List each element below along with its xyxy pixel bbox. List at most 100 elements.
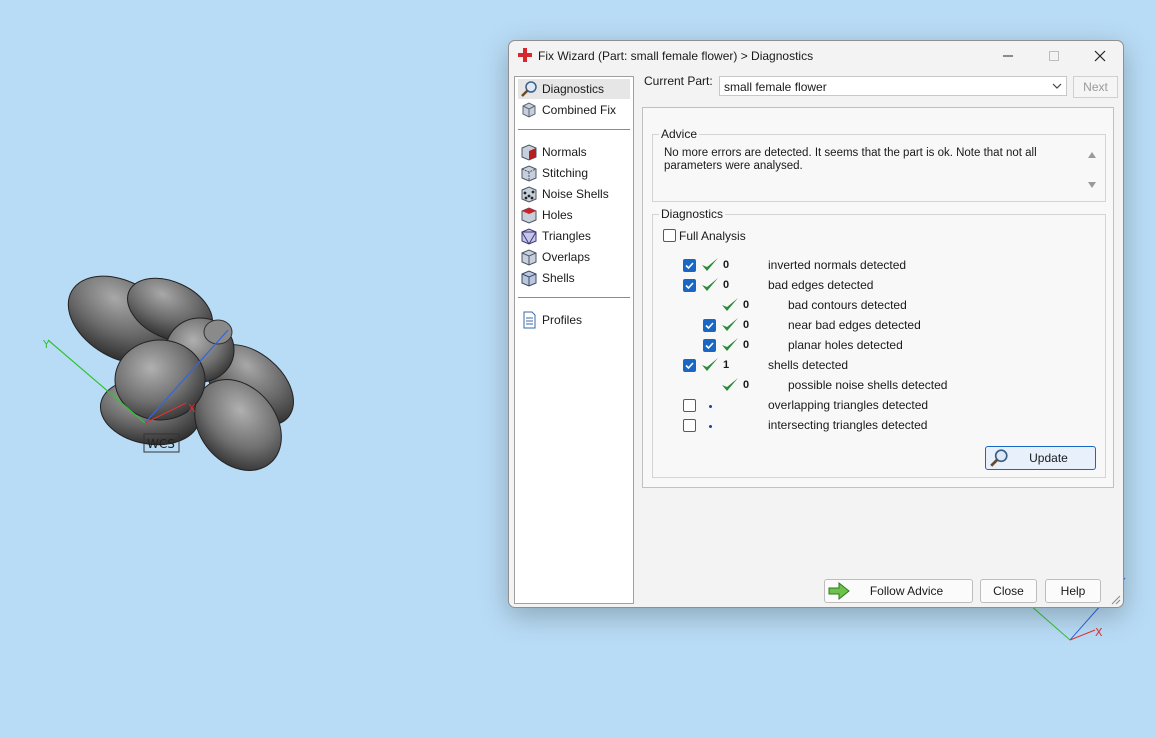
update-button[interactable]: Update	[985, 446, 1096, 470]
chevron-down-icon	[1052, 83, 1062, 89]
advice-title: Advice	[659, 127, 700, 141]
next-button[interactable]: Next	[1073, 76, 1118, 98]
current-part-value: small female flower	[724, 80, 827, 94]
checkmark-icon	[705, 342, 714, 350]
diag-checkbox[interactable]	[703, 319, 716, 332]
wcs-label: WCS	[147, 437, 175, 451]
overlaps-icon	[521, 249, 537, 266]
diag-label: possible noise shells detected	[788, 378, 948, 392]
diagnostics-title: Diagnostics	[659, 207, 726, 221]
nav-item-overlaps[interactable]: Overlaps	[518, 247, 630, 267]
update-label: Update	[1029, 451, 1068, 465]
scroll-down-icon[interactable]	[1087, 181, 1097, 189]
diag-label: bad edges detected	[768, 278, 874, 292]
shells-icon	[521, 270, 537, 287]
nav-item-shells[interactable]: Shells	[518, 268, 630, 288]
diag-checkbox[interactable]	[683, 399, 696, 412]
combined-fix-icon	[522, 102, 536, 118]
pending-dot-icon	[709, 405, 712, 408]
resize-grip-icon[interactable]	[1111, 595, 1121, 605]
scroll-up-icon[interactable]	[1087, 151, 1097, 159]
nav-item-label: Noise Shells	[542, 187, 609, 201]
diag-checkbox[interactable]	[683, 279, 696, 292]
diag-count: 0	[743, 379, 750, 391]
ok-check-icon	[702, 258, 718, 271]
diag-label: bad contours detected	[788, 298, 907, 312]
diag-count: 0	[723, 259, 730, 271]
diagnostics-page: Advice No more errors are detected. It s…	[642, 107, 1114, 488]
advice-group: Advice No more errors are detected. It s…	[652, 127, 1106, 202]
nav-item-normals[interactable]: Normals	[518, 142, 630, 162]
nav-item-label: Combined Fix	[542, 103, 617, 117]
nav-item-profiles[interactable]: Profiles	[518, 310, 630, 330]
ok-check-icon	[722, 318, 738, 331]
nav-separator	[518, 297, 630, 298]
maximize-icon	[1049, 51, 1059, 61]
svg-text:X: X	[1095, 626, 1103, 639]
diag-checkbox[interactable]	[683, 359, 696, 372]
nav-item-stitching[interactable]: Stitching	[518, 163, 630, 183]
nav-item-triangles[interactable]: Triangles	[518, 226, 630, 246]
nav-item-label: Stitching	[542, 166, 589, 180]
checkmark-icon	[685, 262, 694, 270]
ok-check-icon	[702, 358, 718, 371]
diag-checkbox[interactable]	[703, 339, 716, 352]
title-bar[interactable]: Fix Wizard (Part: small female flower) >…	[509, 41, 1123, 71]
ok-check-icon	[702, 278, 718, 291]
minimize-icon	[1003, 55, 1013, 57]
stitching-icon	[521, 165, 537, 182]
checkmark-icon	[705, 322, 714, 330]
window-title: Fix Wizard (Part: small female flower) >…	[538, 49, 814, 63]
profiles-icon	[523, 311, 536, 329]
diag-label: inverted normals detected	[768, 258, 907, 272]
triangles-icon	[521, 228, 537, 245]
current-part-select[interactable]: small female flower	[719, 76, 1067, 96]
close-window-button[interactable]	[1077, 41, 1123, 71]
diag-count: 0	[743, 299, 750, 311]
nav-item-noise-shells[interactable]: Noise Shells	[518, 184, 630, 204]
full-analysis-checkbox[interactable]	[663, 229, 676, 242]
diag-label: near bad edges detected	[788, 318, 921, 332]
diag-checkbox[interactable]	[683, 419, 696, 432]
diagnostics-group: Diagnostics Full Analysis 0 inverted nor…	[652, 207, 1106, 478]
checkmark-icon	[685, 362, 694, 370]
magnifier-icon	[521, 81, 537, 97]
nav-item-diagnostics[interactable]: Diagnostics	[518, 79, 630, 99]
diag-count: 0	[723, 279, 730, 291]
advice-text: No more errors are detected. It seems th…	[664, 147, 1037, 172]
checkmark-icon	[685, 282, 694, 290]
fix-wizard-dialog: Fix Wizard (Part: small female flower) >…	[508, 40, 1124, 608]
help-button[interactable]: Help	[1045, 579, 1101, 603]
noise-shells-icon	[521, 186, 537, 203]
nav-item-label: Profiles	[542, 313, 583, 327]
axis-x-label: X	[188, 402, 196, 415]
diag-checkbox[interactable]	[683, 259, 696, 272]
nav-item-combined-fix[interactable]: Combined Fix	[518, 100, 630, 120]
follow-advice-label: Follow Advice	[869, 584, 944, 598]
magnifier-icon	[990, 449, 1008, 467]
axis-y-label: Y	[42, 338, 50, 351]
follow-advice-button[interactable]: Follow Advice	[824, 579, 973, 603]
diag-count: 0	[743, 319, 750, 331]
nav-item-label: Diagnostics	[542, 82, 605, 96]
diag-count: 0	[743, 339, 750, 351]
red-cross-app-icon	[518, 48, 532, 62]
diag-label: overlapping triangles detected	[768, 398, 929, 412]
ok-check-icon	[722, 298, 738, 311]
minimize-button[interactable]	[985, 41, 1031, 71]
ok-check-icon	[722, 338, 738, 351]
nav-item-label: Triangles	[542, 229, 591, 243]
wizard-nav: Diagnostics Combined Fix Normals Stitchi…	[514, 76, 634, 604]
nav-item-label: Shells	[542, 271, 575, 285]
pending-dot-icon	[709, 425, 712, 428]
close-button[interactable]: Close	[980, 579, 1037, 603]
maximize-button[interactable]	[1031, 41, 1077, 71]
holes-icon	[521, 207, 537, 224]
ok-check-icon	[722, 378, 738, 391]
diag-label: shells detected	[768, 358, 849, 372]
nav-item-holes[interactable]: Holes	[518, 205, 630, 225]
diag-label: intersecting triangles detected	[768, 418, 928, 432]
nav-separator	[518, 129, 630, 130]
full-analysis-label: Full Analysis	[679, 229, 746, 243]
nav-item-label: Normals	[542, 145, 587, 159]
